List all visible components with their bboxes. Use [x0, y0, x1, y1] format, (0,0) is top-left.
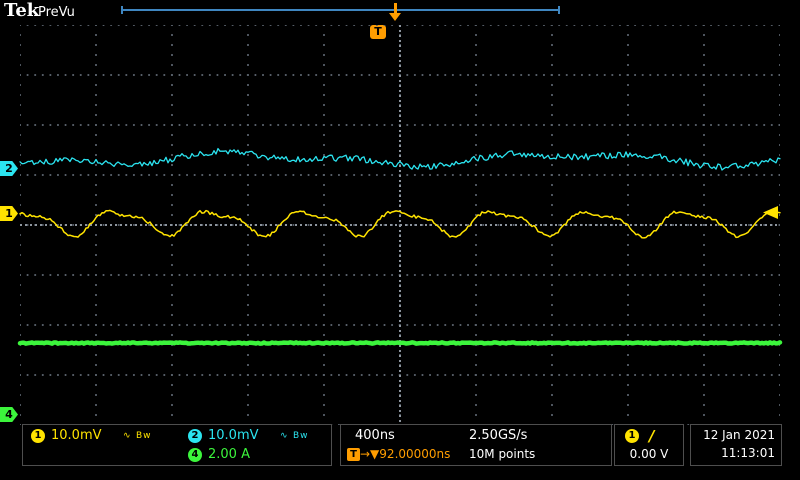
ch2-scale: 10.0mV — [208, 428, 259, 443]
trigger-delay-readout: T→▼92.00000ns — [347, 447, 450, 461]
trigger-level: 0.00 V — [615, 447, 683, 461]
trigger-delay-value: 92.00000ns — [379, 447, 450, 461]
date-label: 12 Jan 2021 — [703, 428, 775, 442]
graticule-center-horizontal-axis — [20, 224, 780, 226]
ch2-coupling-icon: ∿ — [280, 431, 289, 441]
ch2-badge: 2 — [188, 429, 202, 443]
horizontal-readout-box: 400ns 2.50GS/s 10M points T→▼92.00000ns — [340, 424, 612, 466]
oscilloscope-screen: Tek PreVu T 2 1 4 1 10.0mV ∿ Bw 2 10.0mV… — [0, 0, 800, 480]
ch1-coupling-icon: ∿ — [123, 431, 132, 441]
tek-logo: Tek — [4, 0, 39, 21]
record-view-left-tick — [121, 6, 123, 14]
ch2-position-marker: 2 — [0, 161, 18, 176]
ch1-position-marker: 1 — [0, 206, 18, 221]
datetime-box: 12 Jan 2021 11:13:01 — [690, 424, 782, 466]
acquisition-status: PreVu — [38, 5, 75, 20]
trigger-source-badge: 1 — [625, 429, 639, 443]
ch4-scale: 2.00 A — [208, 447, 250, 462]
trigger-delay-arrows-icon: →▼ — [360, 447, 379, 461]
ch4-badge: 4 — [188, 448, 202, 462]
time-label: 11:13:01 — [721, 446, 775, 460]
sample-rate: 2.50GS/s — [469, 428, 527, 443]
trigger-slope-icon: / — [649, 427, 654, 445]
record-length: 10M points — [469, 447, 535, 461]
trigger-position-arrowhead-icon — [389, 13, 401, 21]
time-per-div: 400ns — [355, 428, 395, 443]
ch1-badge: 1 — [31, 429, 45, 443]
ch4-position-marker: 4 — [0, 407, 18, 422]
trigger-delay-marker: T — [347, 448, 360, 461]
trigger-readout-box: 1 / 0.00 V — [614, 424, 684, 466]
ch2-bandwidth-icon: Bw — [293, 431, 309, 441]
channel-readout-box: 1 10.0mV ∿ Bw 2 10.0mV ∿ Bw 4 2.00 A — [22, 424, 332, 466]
ch1-scale: 10.0mV — [51, 428, 102, 443]
record-view-right-tick — [558, 6, 560, 14]
ch1-bandwidth-icon: Bw — [136, 431, 152, 441]
record-view-bar — [123, 9, 559, 11]
